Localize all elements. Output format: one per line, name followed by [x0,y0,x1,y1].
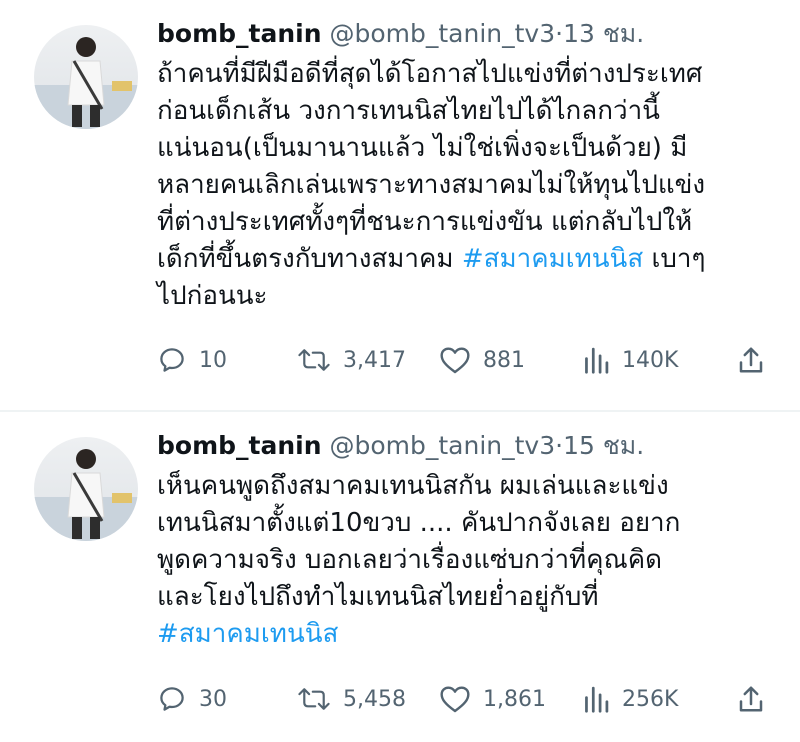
share-icon [739,686,763,712]
views-button[interactable]: 256K [582,684,678,714]
reply-icon [160,348,184,372]
reply-count: 10 [199,347,227,373]
timestamp[interactable]: 15 ชม. [563,431,644,460]
text-line: หลายคนเลิกเล่นเพราะทางสมาคมไม่ให้ทุนไปแข… [157,170,706,200]
heart-icon [440,686,470,713]
display-name[interactable]: bomb_tanin [157,19,322,48]
retweet-button[interactable]: 5,458 [297,684,406,714]
separator: · [555,19,564,48]
like-count: 1,861 [483,686,546,712]
views-icon [585,686,609,713]
retweet-icon [298,688,330,710]
handle[interactable]: @bomb_tanin_tv3 [329,19,555,48]
display-name[interactable]: bomb_tanin [157,431,322,460]
like-count: 881 [483,347,525,373]
share-button[interactable] [737,684,765,714]
views-button[interactable]: 140K [582,345,678,375]
avatar[interactable] [34,25,138,129]
retweet-button[interactable]: 3,417 [297,345,406,375]
reply-icon [160,687,184,711]
like-button[interactable]: 1,861 [439,684,546,714]
tweet[interactable]: bomb_tanin @bomb_tanin_tv3·13 ชม. ถ้าคนท… [0,0,800,410]
hashtag-link[interactable]: #สมาคมเทนนิส [462,244,643,274]
hashtag-link[interactable]: #สมาคมเทนนิส [157,619,338,649]
tweet-header: bomb_tanin @bomb_tanin_tv3·13 ชม. [157,14,644,54]
text-line: ก่อนเด็กเส้น วงการเทนนิสไทยไปได้ไกลกว่าน… [157,96,660,126]
text-line: ถ้าคนที่มีฝีมือดีที่สุดได้โอกาสไปแข่งที่… [157,59,703,89]
tweet[interactable]: bomb_tanin @bomb_tanin_tv3·15 ชม. เห็นคน… [0,412,800,742]
avatar[interactable] [34,437,138,541]
avatar-image [34,449,138,541]
retweet-count: 5,458 [343,686,406,712]
reply-count: 30 [199,686,227,712]
text-line: ที่ต่างประเทศทั้งๆที่ชนะการแข่งขัน แต่กล… [157,207,693,237]
text-line: พูดความจริง บอกเลยว่าเรื่องแซ่บกว่าที่คุ… [157,545,662,575]
text-line: เบาๆ [643,244,706,274]
text-line: เด็กที่ขึ้นตรงกับทางสมาคม [157,244,462,274]
reply-button[interactable]: 10 [157,345,227,375]
text-line: ไปก่อนนะ [157,281,268,311]
timestamp[interactable]: 13 ชม. [563,19,644,48]
reply-button[interactable]: 30 [157,684,227,714]
retweet-count: 3,417 [343,347,406,373]
text-line: แน่นอน(เป็นมานานแล้ว ไม่ใช่เพิ่งจะเป็นด้… [157,133,688,163]
tweet-text: ถ้าคนที่มีฝีมือดีที่สุดได้โอกาสไปแข่งที่… [157,56,797,315]
views-count: 140K [622,347,679,373]
tweet-actions: 30 5,458 1,861 256K [157,684,787,724]
heart-icon [440,347,470,374]
views-count: 256K [622,686,679,712]
tweet-header: bomb_tanin @bomb_tanin_tv3·15 ชม. [157,426,644,466]
avatar-image [34,37,138,129]
retweet-icon [298,349,330,371]
tweet-text: เห็นคนพูดถึงสมาคมเทนนิสกัน ผมเล่นและแข่ง… [157,468,797,653]
share-icon [739,347,763,373]
like-button[interactable]: 881 [439,345,525,375]
handle[interactable]: @bomb_tanin_tv3 [329,431,555,460]
tweet-actions: 10 3,417 881 140K [157,345,787,385]
text-line: และโยงไปถึงทำไมเทนนิสไทยย่ำอยู่กับที่ [157,582,599,612]
text-line: เห็นคนพูดถึงสมาคมเทนนิสกัน ผมเล่นและแข่ง [157,471,669,501]
views-icon [585,347,609,374]
separator: · [555,431,564,460]
text-line: เทนนิสมาตั้งแต่10ขวบ .... คันปากจังเลย อ… [157,508,681,538]
share-button[interactable] [737,345,765,375]
